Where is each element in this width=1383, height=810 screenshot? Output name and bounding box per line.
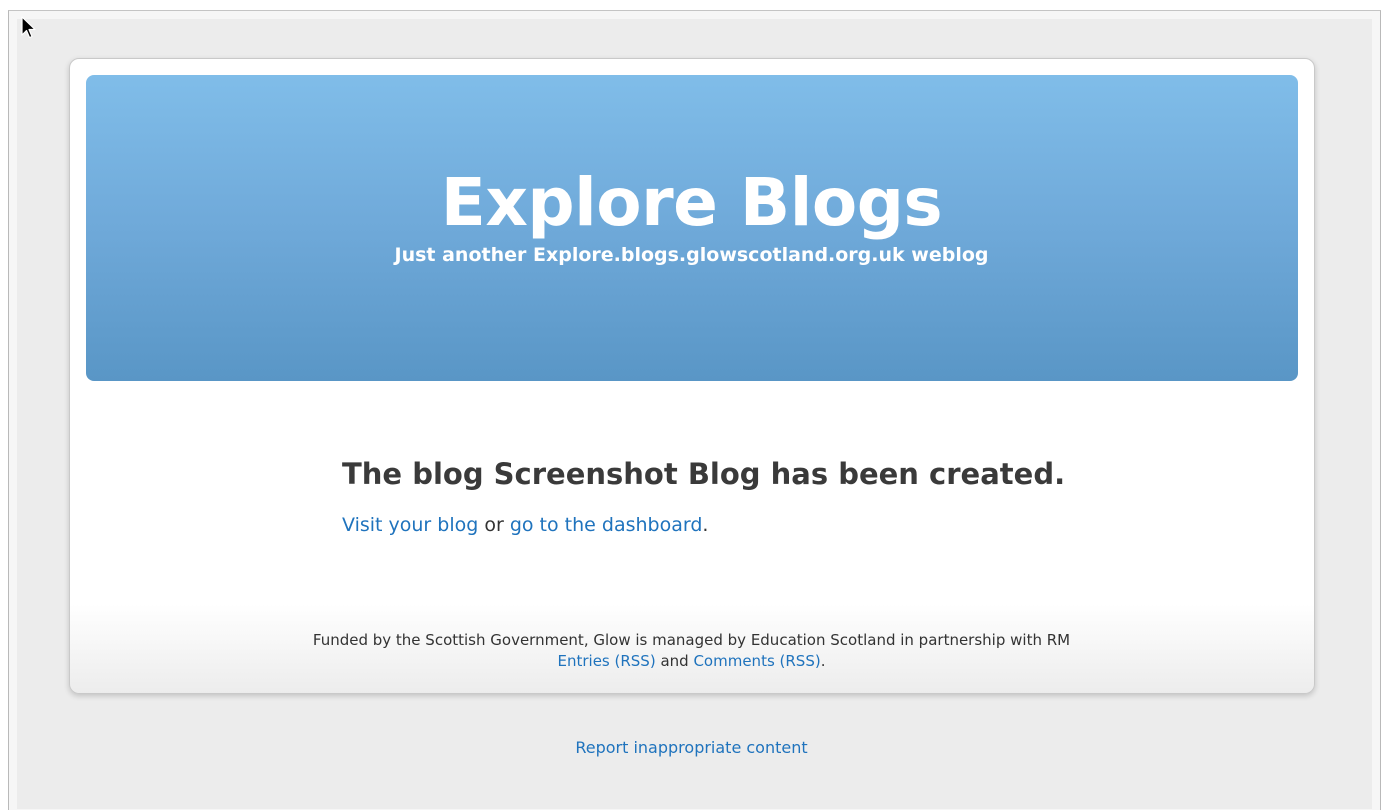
- dashboard-link[interactable]: go to the dashboard: [510, 514, 703, 536]
- visit-blog-link[interactable]: Visit your blog: [342, 514, 478, 536]
- mouse-pointer-icon: [21, 16, 36, 39]
- site-footer: Funded by the Scottish Government, Glow …: [0, 630, 1383, 672]
- or-text: or: [478, 514, 510, 536]
- footer-period-text: .: [820, 652, 826, 670]
- site-tagline: Just another Explore.blogs.glowscotland.…: [394, 244, 989, 266]
- comments-rss-link[interactable]: Comments (RSS): [693, 652, 820, 670]
- period-text: .: [702, 514, 709, 536]
- site-title-link[interactable]: Explore Blogs: [0, 170, 1383, 236]
- footer-credit: Funded by the Scottish Government, Glow …: [312, 631, 1071, 649]
- footer-rss-links: Entries (RSS) and Comments (RSS).: [0, 651, 1383, 672]
- footer-and-text: and: [655, 652, 694, 670]
- report-section: Report inappropriate content: [0, 737, 1383, 759]
- report-inappropriate-content-link[interactable]: Report inappropriate content: [575, 738, 807, 757]
- entries-rss-link[interactable]: Entries (RSS): [558, 652, 656, 670]
- next-steps-links: Visit your blog or go to the dashboard.: [342, 513, 708, 537]
- blog-created-heading: The blog Screenshot Blog has been create…: [342, 457, 1066, 491]
